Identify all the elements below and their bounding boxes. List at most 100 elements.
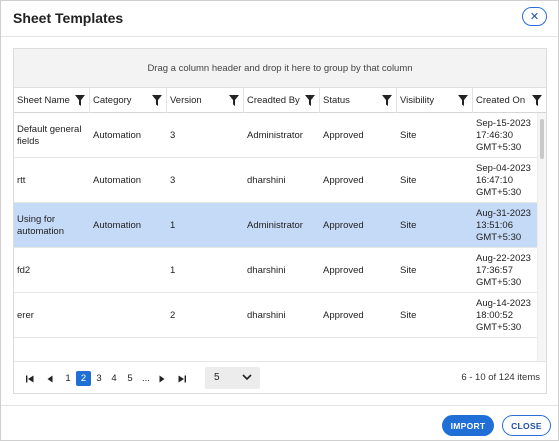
page-button-3[interactable]: 3 [92,371,106,386]
filter-icon[interactable] [382,95,392,106]
table-row[interactable]: fd2 1 dharshini Approved Site Aug-22-202… [14,248,546,293]
column-header-label: Visibility [400,95,435,106]
pager: 1 2 3 4 5 ... 5 6 - 10 of 124 items [14,361,546,393]
chevron-down-icon [242,374,252,381]
cell-status: Approved [323,309,364,321]
column-header-sheet-name[interactable]: Sheet Name [14,88,90,113]
cell-category: Automation [93,129,142,141]
created-time: 17:46:30 [476,129,513,141]
cell-version: 3 [170,174,176,186]
filter-icon[interactable] [458,95,468,106]
filter-icon[interactable] [152,95,162,106]
created-time: 16:47:10 [476,174,513,186]
close-button[interactable]: CLOSE [502,415,551,436]
cell-sheet-name: Default general fields [17,123,82,147]
created-date: Sep-15-2023 [476,117,531,129]
cell-created-on: Aug-22-2023 17:36:57 GMT+5:30 [473,248,537,293]
close-icon[interactable]: ✕ [522,7,547,26]
import-button[interactable]: IMPORT [442,415,494,436]
created-date: Aug-14-2023 [476,297,531,309]
cell-created-on: Sep-04-2023 16:47:10 GMT+5:30 [473,158,537,203]
created-timezone: GMT+5:30 [476,186,522,198]
created-time: 18:00:52 [476,309,513,321]
cell-created-on: Sep-15-2023 17:46:30 GMT+5:30 [473,113,537,158]
cell-visibility: Site [400,309,417,321]
column-header-label: Sheet Name [17,95,70,106]
cell-status: Approved [323,129,364,141]
sheet-templates-dialog: Sheet Templates ✕ Drag a column header a… [0,0,559,441]
cell-visibility: Site [400,129,417,141]
group-by-panel[interactable]: Drag a column header and drop it here to… [14,49,546,88]
column-header-label: Category [93,95,132,106]
cell-sheet-name: Using for automation [17,213,65,237]
templates-grid: Drag a column header and drop it here to… [13,48,547,394]
page-button-2[interactable]: 2 [76,371,91,386]
cell-visibility: Site [400,174,417,186]
table-row[interactable]: Default general fields Automation 3 Admi… [14,113,546,158]
pager-info: 6 - 10 of 124 items [461,372,540,383]
page-button-1[interactable]: 1 [61,371,75,386]
created-time: 13:51:06 [476,219,513,231]
last-page-icon[interactable] [176,371,188,386]
table-row[interactable]: rtt Automation 3 dharshini Approved Site… [14,158,546,203]
cell-created-on: Aug-14-2023 18:00:52 GMT+5:30 [473,293,537,338]
scrollbar-thumb[interactable] [540,119,544,159]
table-row[interactable]: erer 2 dharshini Approved Site Aug-14-20… [14,293,546,338]
first-page-icon[interactable] [24,371,36,386]
cell-version: 2 [170,309,176,321]
cell-sheet-name: rtt [17,174,26,186]
cell-category: Automation [93,219,142,231]
created-timezone: GMT+5:30 [476,231,522,243]
column-header-created-by[interactable]: Creadted By [244,88,320,113]
filter-icon[interactable] [532,95,542,106]
page-button-4[interactable]: 4 [107,371,121,386]
created-time: 17:36:57 [476,264,513,276]
column-header-category[interactable]: Category [90,88,167,113]
filter-icon[interactable] [75,95,85,106]
column-header-status[interactable]: Status [320,88,397,113]
created-date: Aug-22-2023 [476,252,531,264]
cell-category [90,293,167,338]
cell-status: Approved [323,219,364,231]
cell-sheet-name: erer [17,309,34,321]
grid-header: Sheet Name Category Version Creadted By … [14,88,546,113]
table-row[interactable]: Using for automation Automation 1 Admini… [14,203,546,248]
cell-sheet-name: fd2 [17,264,31,276]
column-header-label: Creadted By [247,95,300,106]
page-button-5[interactable]: 5 [123,371,137,386]
cell-created-by: Administrator [247,129,303,141]
vertical-scrollbar[interactable] [537,113,546,361]
cell-status: Approved [323,174,364,186]
column-header-label: Created On [476,95,526,106]
cell-created-on: Aug-31-2023 13:51:06 GMT+5:30 [473,203,537,248]
cell-status: Approved [323,264,364,276]
created-timezone: GMT+5:30 [476,321,522,333]
filter-icon[interactable] [229,95,239,106]
cell-visibility: Site [400,264,417,276]
column-header-label: Version [170,95,202,106]
footer-divider [1,405,558,406]
previous-page-icon[interactable] [44,371,56,386]
next-page-icon[interactable] [157,371,167,386]
cell-visibility: Site [400,219,417,231]
column-header-created-on[interactable]: Created On [473,88,546,113]
more-pages-button[interactable]: ... [139,371,153,386]
page-size-select[interactable]: 5 [205,367,260,389]
created-date: Sep-04-2023 [476,162,531,174]
filter-icon[interactable] [305,95,315,106]
dialog-header: Sheet Templates ✕ [1,1,558,37]
created-timezone: GMT+5:30 [476,276,522,288]
cell-created-by: dharshini [247,174,286,186]
column-header-version[interactable]: Version [167,88,244,113]
cell-category: Automation [93,174,142,186]
cell-version: 1 [170,219,176,231]
dialog-title: Sheet Templates [13,10,124,26]
cell-created-by: Administrator [247,219,303,231]
cell-category [90,248,167,293]
column-header-label: Status [323,95,350,106]
column-header-visibility[interactable]: Visibility [397,88,473,113]
page-size-value: 5 [214,372,220,383]
cell-created-by: dharshini [247,264,286,276]
cell-created-by: dharshini [247,309,286,321]
cell-version: 1 [170,264,176,276]
